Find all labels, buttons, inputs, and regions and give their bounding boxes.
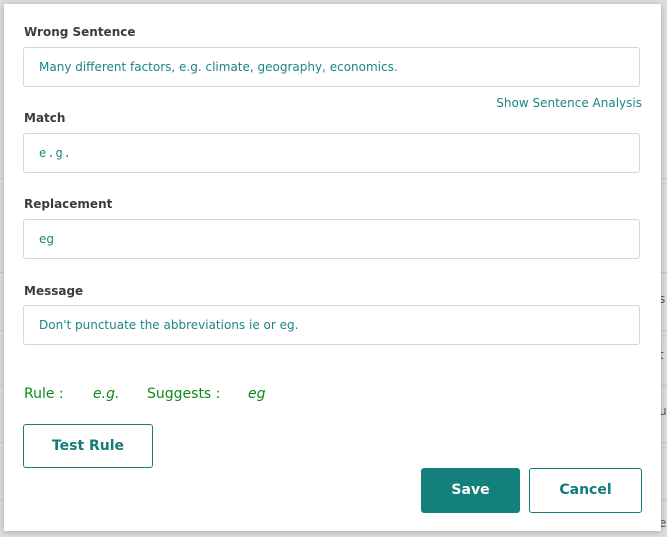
rule-value: e.g. bbox=[93, 386, 120, 402]
save-button[interactable]: Save bbox=[421, 468, 520, 513]
wrong-sentence-label: Wrong Sentence bbox=[24, 25, 136, 39]
message-label: Message bbox=[24, 284, 84, 298]
test-rule-button[interactable]: Test Rule bbox=[23, 424, 153, 468]
match-field[interactable]: e.g. bbox=[23, 133, 640, 173]
replacement-label: Replacement bbox=[24, 197, 113, 211]
show-sentence-analysis-link[interactable]: Show Sentence Analysis bbox=[496, 96, 642, 110]
match-label: Match bbox=[24, 111, 66, 125]
wrong-sentence-field[interactable]: Many different factors, e.g. climate, ge… bbox=[23, 47, 640, 87]
rule-label: Rule : bbox=[24, 386, 64, 402]
edit-rule-dialog: Wrong Sentence Many different factors, e… bbox=[4, 4, 661, 531]
wrong-sentence-value: Many different factors, e.g. climate, ge… bbox=[39, 60, 398, 74]
suggests-value: eg bbox=[248, 386, 266, 402]
cancel-button[interactable]: Cancel bbox=[529, 468, 642, 513]
message-value: Don't punctuate the abbreviations ie or … bbox=[39, 318, 299, 332]
replacement-value: eg bbox=[39, 232, 54, 246]
suggests-label: Suggests : bbox=[147, 386, 221, 402]
replacement-field[interactable]: eg bbox=[23, 219, 640, 259]
message-field[interactable]: Don't punctuate the abbreviations ie or … bbox=[23, 305, 640, 345]
match-value: e.g. bbox=[39, 146, 72, 160]
